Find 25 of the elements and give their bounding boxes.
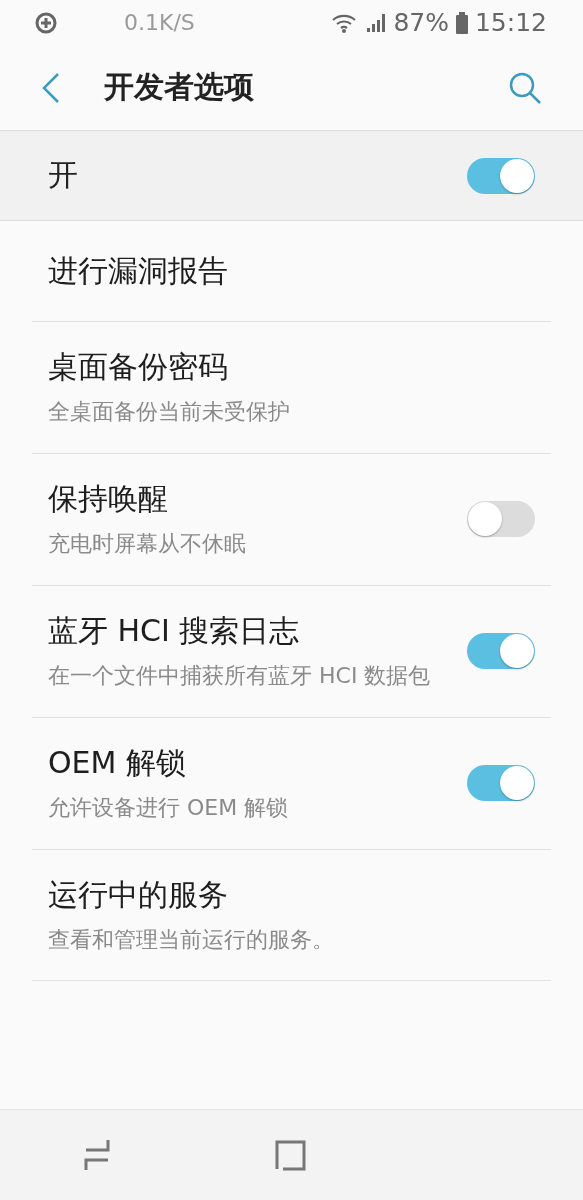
master-toggle[interactable] xyxy=(467,157,535,194)
setting-title[interactable]: 保持唤醒 xyxy=(48,478,447,520)
back-icon[interactable] xyxy=(40,71,62,104)
setting-description: 充电时屏幕从不休眠 xyxy=(48,529,247,558)
setting-description: 查看和管理当前运行的服务。 xyxy=(48,925,335,954)
network-speed: 0.1K/S xyxy=(124,10,195,35)
add-circle-icon xyxy=(34,10,58,35)
page-title: 开发者选项 xyxy=(104,68,254,106)
setting-description: 在一个文件中捕获所有蓝牙 HCI 数据包 xyxy=(48,661,432,690)
toggle-switch[interactable] xyxy=(467,633,535,670)
setting-title[interactable]: 进行漏洞报告 xyxy=(48,250,535,292)
master-switch-label: 开 xyxy=(48,156,78,194)
toggle-switch[interactable] xyxy=(467,765,535,802)
toggle-switch[interactable] xyxy=(467,501,535,538)
setting-title[interactable]: 桌面备份密码 xyxy=(48,347,535,388)
setting-title[interactable]: 蓝牙 HCI 搜索日志 xyxy=(48,610,447,652)
setting-description: 全桌面备份当前未受保护 xyxy=(48,398,291,426)
battery-percentage: 87% xyxy=(393,8,449,37)
setting-description: 允许设备进行 OEM 解锁 xyxy=(48,793,290,822)
setting-title[interactable]: OEM 解锁 xyxy=(48,742,447,784)
clock: 15:12 xyxy=(474,8,547,37)
setting-title[interactable]: 运行中的服务 xyxy=(48,874,535,916)
battery-icon xyxy=(454,10,469,35)
signal-icon xyxy=(365,11,388,34)
home-icon[interactable] xyxy=(275,1139,308,1171)
